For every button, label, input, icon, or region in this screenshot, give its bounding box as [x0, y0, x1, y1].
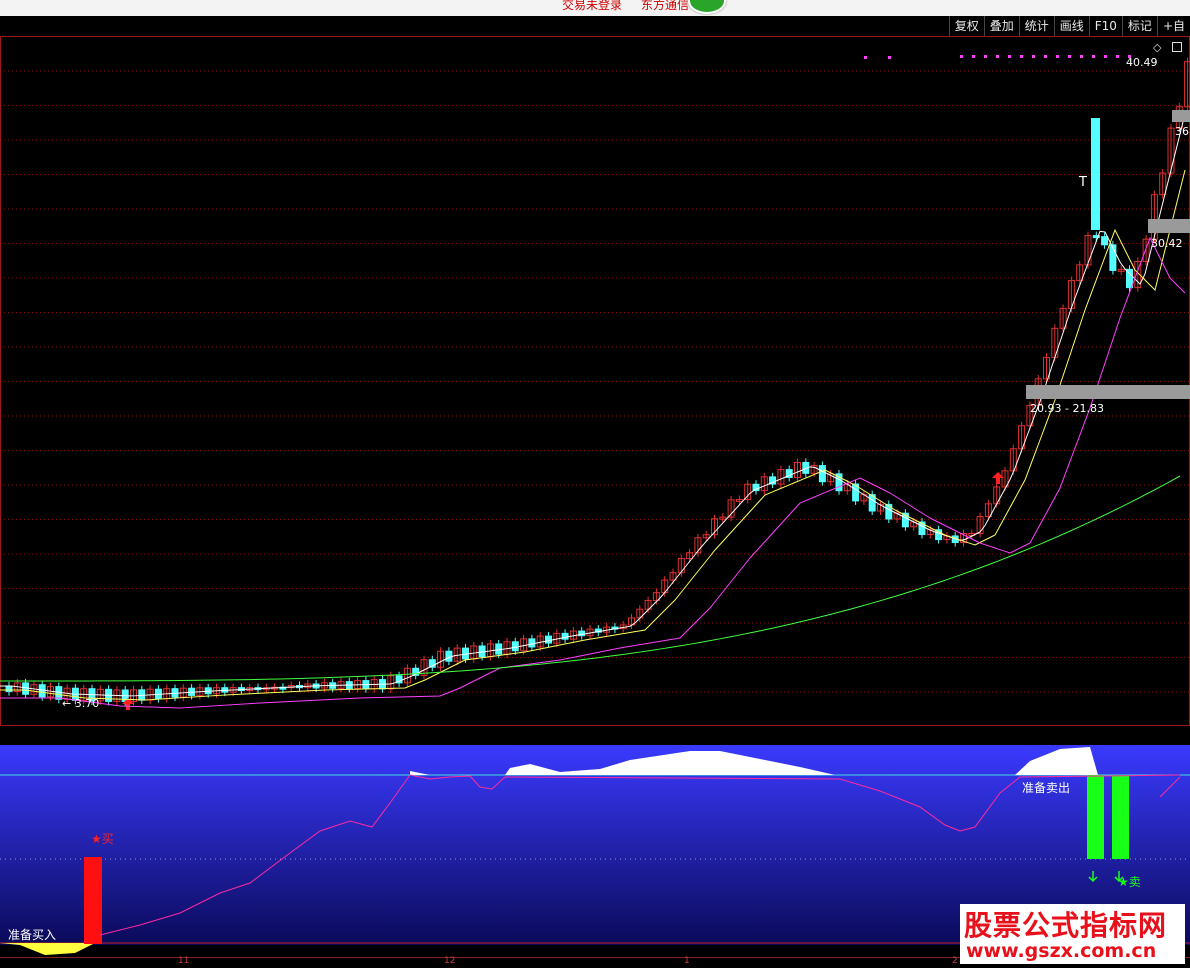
buy-signal-label: ★买	[91, 832, 114, 846]
candle-body	[5, 685, 13, 693]
marker-dot	[888, 56, 891, 59]
marker-dot	[960, 55, 963, 58]
sell-signal-label: ★卖	[1118, 875, 1141, 889]
marker-dot	[1116, 55, 1119, 58]
toolbar-button-f10[interactable]: F10	[1088, 16, 1122, 36]
panel-border	[0, 36, 1190, 726]
candle-body	[1101, 236, 1109, 246]
marker-dot	[996, 55, 999, 58]
axis-tick-label: 11	[178, 956, 190, 966]
marker-dot	[1032, 55, 1035, 58]
candle-body	[511, 641, 519, 652]
marker-dot	[1008, 55, 1011, 58]
toolbar-button-fuquan[interactable]: 复权	[948, 16, 984, 36]
ma60-line	[0, 475, 1181, 682]
marker-dot	[1068, 55, 1071, 58]
toolbar-button-add-favorite[interactable]: +自	[1156, 16, 1190, 36]
watermark-title: 股票公式指标网	[964, 909, 1168, 942]
sell-signal-bar	[1087, 775, 1104, 859]
axis-tick-label: 12	[444, 956, 456, 966]
axis-tick-label: 2	[952, 956, 958, 966]
marker-dot	[1020, 55, 1023, 58]
range-label: 20.93 - 21.83	[1030, 402, 1104, 415]
kline-chart-svg	[0, 36, 1190, 726]
marker-dot	[1056, 55, 1059, 58]
ma10-line	[0, 169, 1186, 701]
marker-dot	[1104, 55, 1107, 58]
broker-logo-icon	[688, 0, 726, 14]
candle-body	[561, 632, 569, 640]
price-marker-box	[1172, 110, 1190, 122]
window-icon[interactable]	[1172, 42, 1182, 52]
toolbar-button-stats[interactable]: 统计	[1018, 16, 1054, 36]
broker-name: 东方通信	[641, 0, 690, 12]
marker-dot	[972, 55, 975, 58]
marker-dot	[864, 56, 867, 59]
t-signal-bar	[1091, 118, 1100, 230]
marker-dot	[1044, 55, 1047, 58]
marker-dot	[1080, 55, 1083, 58]
low-price-label: ← 3.70	[62, 697, 100, 710]
range-marker-box	[1026, 385, 1190, 399]
t-signal-label: T	[1079, 175, 1087, 190]
toolbar-button-mark[interactable]: 标记	[1121, 16, 1157, 36]
chart-toolbar: 复权 叠加 统计 画线 F10 标记 +自	[948, 16, 1190, 36]
price-level-label: 30.42	[1151, 237, 1183, 250]
watermark-url: www.gszx.com.cn	[966, 940, 1157, 962]
marker-dot	[1092, 55, 1095, 58]
axis-tick-label: 1	[684, 956, 690, 966]
price-marker-box	[1148, 219, 1190, 233]
kline-chart-panel[interactable]: 40.49 36 30.42 20.93 - 21.83 ← 3.70 T ◇	[0, 36, 1190, 726]
ma20-line	[0, 236, 1186, 709]
sell-prep-label: 准备卖出	[1022, 781, 1071, 795]
watermark: 股票公式指标网 www.gszx.com.cn	[960, 904, 1185, 964]
price-level-label: 36	[1175, 125, 1189, 138]
candle-body	[818, 465, 826, 483]
buy-signal-bar	[84, 857, 102, 944]
buy-prep-label: 准备买入	[8, 928, 57, 942]
toolbar-button-overlay[interactable]: 叠加	[983, 16, 1019, 36]
diamond-icon[interactable]: ◇	[1153, 41, 1161, 54]
toolbar-button-draw[interactable]: 画线	[1053, 16, 1089, 36]
candle-body	[545, 635, 552, 644]
candle-body	[528, 638, 536, 648]
sell-signal-bar	[1112, 775, 1129, 859]
high-price-label: 40.49	[1126, 56, 1158, 69]
marker-dot	[984, 55, 987, 58]
login-status: 交易未登录	[562, 0, 623, 12]
status-strip: 交易未登录 东方通信	[0, 0, 1190, 16]
ma5-line	[0, 113, 1186, 697]
